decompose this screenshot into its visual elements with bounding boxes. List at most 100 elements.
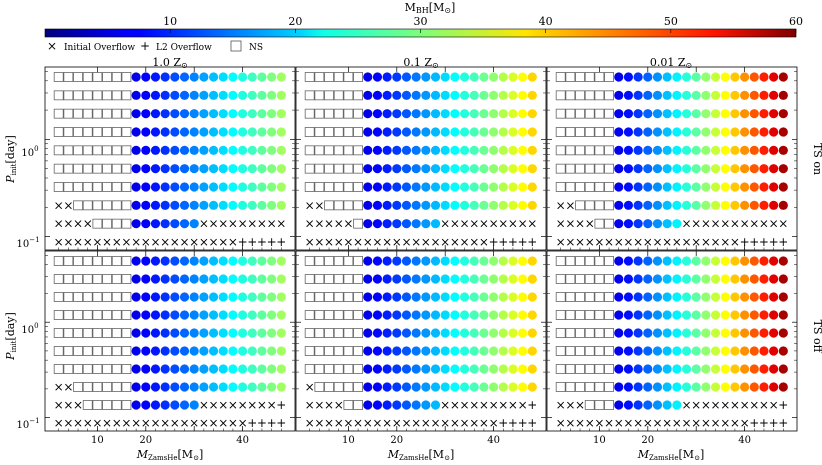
marker-black-hole: [276, 164, 286, 174]
marker-neutron-star: [575, 274, 585, 284]
marker-neutron-star: [63, 108, 74, 119]
marker-black-hole: [498, 292, 508, 302]
marker-black-hole: [489, 292, 499, 302]
marker-black-hole: [257, 364, 267, 374]
marker-black-hole: [131, 72, 141, 82]
marker-neutron-star: [343, 346, 354, 356]
marker-initial-overflow: ×: [421, 416, 431, 430]
marker-neutron-star: [73, 256, 83, 266]
marker-neutron-star: [102, 382, 112, 392]
marker-black-hole: [623, 219, 634, 229]
marker-initial-overflow: ×: [334, 416, 344, 430]
marker-black-hole: [662, 200, 672, 210]
marker-black-hole: [411, 328, 421, 338]
marker-black-hole: [459, 200, 470, 210]
marker-black-hole: [730, 292, 740, 302]
marker-black-hole: [392, 382, 402, 392]
marker-black-hole: [382, 256, 392, 266]
marker-black-hole: [247, 182, 257, 192]
marker-black-hole: [411, 145, 421, 155]
marker-black-hole: [430, 292, 441, 302]
marker-black-hole: [730, 256, 740, 266]
marker-neutron-star: [604, 90, 614, 101]
marker-neutron-star: [584, 256, 595, 266]
marker-black-hole: [614, 219, 624, 229]
marker-neutron-star: [102, 163, 112, 174]
marker-neutron-star: [304, 90, 315, 101]
marker-black-hole: [179, 72, 190, 82]
marker-black-hole: [450, 256, 460, 266]
marker-black-hole: [459, 182, 470, 192]
marker-black-hole: [238, 109, 248, 119]
marker-initial-overflow: ×: [411, 416, 421, 430]
marker-neutron-star: [584, 127, 595, 137]
marker-neutron-star: [584, 274, 595, 284]
marker-black-hole: [247, 310, 257, 320]
marker-neutron-star: [343, 127, 354, 137]
marker-neutron-star: [353, 72, 363, 82]
marker-black-hole: [170, 400, 180, 410]
marker-neutron-star: [73, 163, 83, 174]
marker-black-hole: [498, 145, 508, 155]
marker-black-hole: [672, 109, 682, 119]
marker-black-hole: [372, 400, 383, 410]
marker-black-hole: [633, 346, 643, 356]
marker-black-hole: [131, 346, 141, 356]
marker-black-hole: [150, 346, 161, 356]
marker-neutron-star: [555, 182, 566, 192]
marker-black-hole: [459, 164, 470, 174]
marker-black-hole: [778, 127, 788, 137]
marker-initial-overflow: ×: [305, 416, 315, 430]
marker-black-hole: [710, 346, 721, 356]
marker-neutron-star: [333, 182, 344, 192]
marker-black-hole: [759, 310, 769, 320]
marker-neutron-star: [73, 108, 83, 119]
marker-black-hole: [450, 145, 460, 155]
marker-black-hole: [392, 200, 402, 210]
marker-black-hole: [633, 310, 643, 320]
marker-black-hole: [372, 364, 383, 374]
marker-black-hole: [401, 90, 412, 100]
marker-initial-overflow: ×: [150, 235, 160, 249]
marker-neutron-star: [575, 256, 585, 266]
marker-black-hole: [189, 382, 199, 392]
marker-neutron-star: [575, 292, 585, 302]
marker-black-hole: [633, 292, 643, 302]
marker-neutron-star: [63, 90, 74, 101]
marker-neutron-star: [594, 200, 605, 211]
marker-black-hole: [363, 90, 373, 100]
marker-neutron-star: [333, 127, 344, 137]
colorbar-tick-label: 30: [414, 15, 428, 28]
marker-black-hole: [489, 72, 499, 82]
marker-black-hole: [170, 200, 180, 210]
marker-initial-overflow: ×: [160, 235, 170, 249]
marker-initial-overflow: ×: [63, 380, 73, 394]
marker-neutron-star: [111, 328, 122, 338]
marker-initial-overflow: ×: [623, 235, 633, 249]
legend-square-icon: [230, 40, 242, 52]
marker-black-hole: [759, 364, 769, 374]
marker-black-hole: [769, 127, 779, 137]
marker-initial-overflow: ×: [170, 235, 180, 249]
marker-black-hole: [681, 346, 692, 356]
marker-black-hole: [662, 72, 672, 82]
marker-initial-overflow: ×: [324, 416, 334, 430]
marker-black-hole: [691, 346, 701, 356]
marker-initial-overflow: ×: [681, 235, 691, 249]
marker-black-hole: [614, 274, 624, 284]
marker-black-hole: [276, 256, 286, 266]
marker-black-hole: [652, 274, 663, 284]
marker-neutron-star: [353, 310, 363, 320]
marker-black-hole: [701, 200, 711, 210]
marker-black-hole: [363, 109, 373, 119]
marker-black-hole: [421, 182, 431, 192]
marker-black-hole: [160, 364, 170, 374]
marker-black-hole: [372, 145, 383, 155]
marker-neutron-star: [73, 200, 83, 211]
marker-black-hole: [652, 109, 663, 119]
marker-black-hole: [469, 346, 479, 356]
marker-black-hole: [623, 182, 634, 192]
marker-initial-overflow: ×: [681, 217, 691, 231]
marker-neutron-star: [121, 292, 132, 302]
marker-black-hole: [160, 164, 170, 174]
